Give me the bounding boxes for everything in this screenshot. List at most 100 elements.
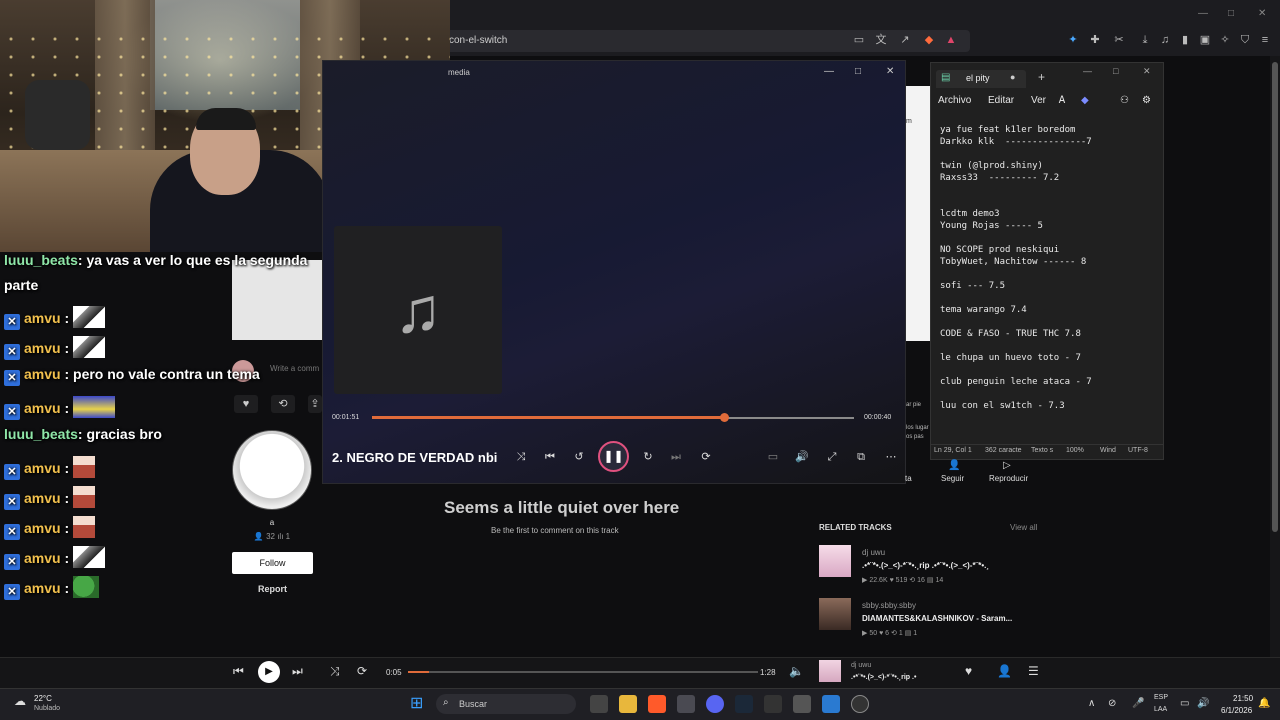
language-indicator[interactable]: ESP [1154,694,1168,701]
volume-icon[interactable]: 🔈 [789,664,804,678]
seek-handle[interactable] [720,413,729,422]
new-tab-icon[interactable]: + [1038,70,1045,84]
media-player-app-icon[interactable] [851,695,869,713]
related-artist[interactable]: dj uwu [862,548,885,557]
forward-30-icon[interactable]: ↻ [639,448,657,466]
download-icon[interactable]: ⤓ [1138,33,1152,47]
unsaved-dot-icon[interactable]: ● [1010,72,1015,82]
windows-start-icon[interactable]: ⊞ [410,693,423,713]
volume-icon[interactable]: 🔊 [1197,698,1209,709]
repeat-icon[interactable]: ⟳ [357,664,367,678]
notepad-text[interactable]: ya fue feat k1ler boredom Darkko klk ---… [940,124,1160,412]
sidebar-icon[interactable]: ▮ [1178,33,1192,47]
close-icon[interactable]: ✕ [1258,8,1266,19]
search-icon[interactable]: ⌕ [443,697,449,708]
network-off-icon[interactable]: ⊘ [1108,698,1116,709]
settings-icon[interactable]: ⚙ [1142,95,1151,106]
next-icon[interactable]: ⏭ [667,448,685,466]
close-icon[interactable]: ✕ [1143,66,1151,77]
weather-desc[interactable]: Nublado [34,705,60,712]
notepad-app-icon[interactable] [822,695,840,713]
taskbar-search[interactable] [436,694,576,714]
scissors-icon[interactable]: ✂ [1112,33,1126,47]
menu-editar[interactable]: Editar [988,95,1014,106]
file-explorer-icon[interactable] [619,695,637,713]
vpn-icon[interactable]: ⛉ [1238,33,1252,47]
puzzle-icon[interactable]: ✚ [1088,33,1102,47]
shuffle-icon[interactable]: ⤨ [330,664,340,679]
calculator-icon[interactable] [677,695,695,713]
maximize-icon[interactable]: □ [855,66,861,77]
discord-icon[interactable] [706,695,724,713]
microphone-icon[interactable]: 🎤 [1132,698,1144,709]
notepad-tab-title[interactable]: el pity [966,73,990,83]
minimize-icon[interactable]: — [824,66,834,77]
brave-shield-icon[interactable]: ◆ [922,33,936,47]
clock-time[interactable]: 21:50 [1233,694,1253,703]
follow-label[interactable]: Seguir [941,474,964,483]
repeat-off-icon[interactable]: ⟳ [697,448,715,466]
snipping-tool-icon[interactable] [793,695,811,713]
clock-date[interactable]: 6/1/2026 [1221,706,1252,715]
tray-chevron-icon[interactable]: ∧ [1088,698,1095,709]
now-playing-thumb[interactable] [819,660,841,682]
format-icon[interactable]: Ꭺ [1059,95,1066,106]
follow-user-icon[interactable]: 👤 [997,664,1012,678]
volume-icon[interactable]: 🔊 [793,448,811,466]
extension-icon[interactable]: ✦ [1066,33,1080,47]
now-playing-artist[interactable]: dj uwu [851,662,871,669]
steam-icon[interactable] [735,695,753,713]
related-title[interactable]: DIAMANTES&KALASHNIKOV - Saram... [862,614,1012,623]
queue-icon[interactable]: ☰ [1028,664,1039,678]
minimize-icon[interactable]: — [1083,66,1092,76]
translate-icon[interactable]: 文 [874,33,888,47]
like-icon[interactable]: ♥ [965,664,972,678]
follow-icon[interactable]: 👤 [948,460,960,471]
related-thumb[interactable] [819,598,851,630]
share-icon[interactable]: ↗ [898,33,912,47]
scrollbar-thumb[interactable] [1272,62,1278,532]
keyboard-layout[interactable]: LAA [1154,706,1167,713]
maximize-icon[interactable]: □ [1113,66,1118,76]
shuffle-icon[interactable]: ⤨ [512,448,530,466]
weather-icon[interactable]: ☁ [14,694,32,708]
menu-ver[interactable]: Ver [1031,95,1046,106]
account-icon[interactable]: ⚇ [1120,95,1129,106]
search-label[interactable]: Buscar [459,699,487,709]
rewards-icon[interactable]: ▲ [944,33,958,47]
music-icon[interactable]: ♫ [1158,33,1172,47]
related-title[interactable]: .•*¨*•.(>_<)-*¨*•.¸rip .•*¨*•.(>_<)-*¨*•… [862,561,989,570]
fullscreen-icon[interactable]: ⤢ [823,448,841,466]
minimize-icon[interactable]: — [1198,8,1208,19]
previous-icon[interactable]: ⏮ [233,664,244,679]
play-label[interactable]: Reproducir [989,474,1028,483]
obs-icon[interactable] [764,695,782,713]
address-bar[interactable] [440,30,970,52]
brave-browser-icon[interactable] [648,695,666,713]
play-icon[interactable]: ▷ [1003,460,1011,471]
weather-temp[interactable]: 22°C [34,694,52,703]
mini-player-icon[interactable]: ⧉ [852,448,870,466]
pause-button[interactable]: ❚❚ [598,441,629,472]
play-button[interactable]: ▶ [258,661,280,683]
notifications-icon[interactable]: 🔔 [1258,698,1270,709]
now-playing-title[interactable]: .•*¨*•.(>_<)-*¨*•.¸rip .• [851,674,916,681]
menu-icon[interactable]: ≡ [1258,33,1272,47]
previous-icon[interactable]: ⏮ [541,448,559,466]
leo-icon[interactable]: ✧ [1218,33,1232,47]
rewind-10-icon[interactable]: ↺ [570,448,588,466]
more-options-icon[interactable]: ⋯ [882,448,900,466]
view-all-link[interactable]: View all [1010,523,1037,532]
maximize-icon[interactable]: □ [1228,8,1234,19]
copilot-icon[interactable]: ◆ [1081,95,1089,106]
screen-icon[interactable]: ▭ [852,33,866,47]
display-icon[interactable]: ▭ [1180,698,1189,709]
url-text[interactable]: con-el-switch [449,35,507,46]
related-thumb[interactable] [819,545,851,577]
menu-archivo[interactable]: Archivo [938,95,971,106]
next-icon[interactable]: ⏭ [292,664,303,679]
related-artist[interactable]: sbby.sbby.sbby [862,601,916,610]
task-view-icon[interactable] [590,695,608,713]
player-progress[interactable] [408,671,758,673]
wallet-icon[interactable]: ▣ [1198,33,1212,47]
